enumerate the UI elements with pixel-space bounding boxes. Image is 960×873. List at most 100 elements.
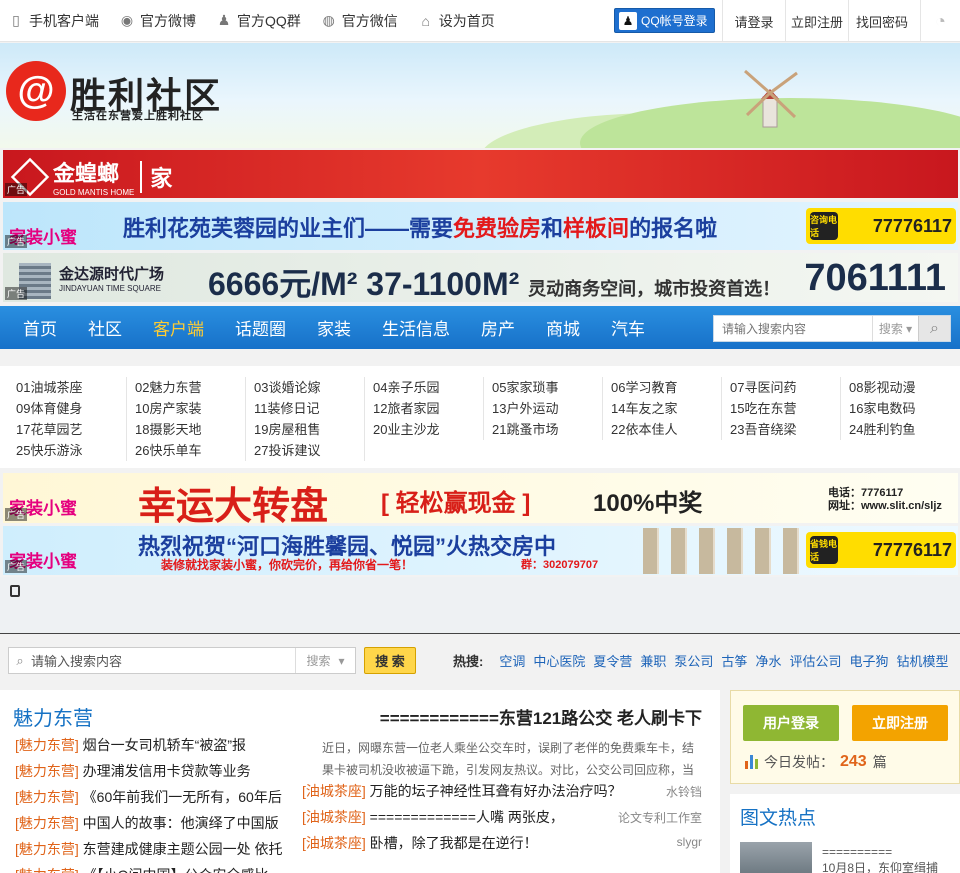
feed-title[interactable]: 东营建成健康主题公园一处 依托 [79,841,283,857]
thread-title[interactable]: 卧槽，除了我都是在逆行！ [366,835,538,851]
top-link[interactable]: ◍ 官方微信 [321,11,398,31]
thread-author[interactable]: 水铃铛 [666,783,702,800]
thread-tag[interactable]: [油城茶座] [302,835,366,851]
category-link[interactable]: 17花草园艺 [8,419,127,440]
feed-tag[interactable]: [魅力东营] [15,737,79,753]
hot-search-link[interactable]: 泵公司 [674,651,713,670]
category-link[interactable]: 22依本佳人 [603,419,722,440]
ad-banner-jindayuan[interactable]: 金达源时代广场 JINDAYUAN TIME SQUARE 6666元/M² 37… [3,253,958,302]
feed-item[interactable]: [魅力东营] 《60年前我们一无所有，60年后 [15,787,300,813]
category-link[interactable]: 07寻医问药 [722,377,841,398]
category-link[interactable]: 25快乐游泳 [8,440,127,461]
feed-title[interactable]: 《【小Q问中国】公众安全感比 [79,867,269,873]
category-link[interactable]: 04亲子乐园 [365,377,484,398]
pic-caption[interactable]: ========== 10月8日，东仰室缉捕 [822,844,952,873]
category-link[interactable]: 13户外运动 [484,398,603,419]
nav-item[interactable]: 生活信息 [382,315,450,340]
feed-title[interactable]: 《60年前我们一无所有，60年后 [79,789,282,805]
category-link[interactable]: 06学习教育 [603,377,722,398]
nav-item[interactable]: 房产 [481,315,515,340]
nav-item[interactable]: 汽车 [611,315,645,340]
recover-password-link[interactable]: 找回密码 [848,0,915,42]
category-link[interactable]: 18摄影天地 [127,419,246,440]
logo-mark-icon[interactable]: @ [6,61,66,121]
category-link[interactable]: 20业主沙龙 [365,419,484,440]
top-link[interactable]: ⌂ 设为首页 [418,11,495,31]
hot-search-link[interactable]: 中心医院 [533,651,585,670]
category-link[interactable]: 01油城茶座 [8,377,127,398]
top-link[interactable]: ◉ 官方微博 [119,11,196,31]
feed-tag[interactable]: [魅力东营] [15,789,79,805]
feed-title[interactable]: 烟台一女司机轿车“被盗”报 [79,737,246,753]
hot-search-link[interactable]: 净水 [755,651,781,670]
category-link[interactable]: 23吾音绕梁 [722,419,841,440]
thread-title[interactable]: =============人嘴 两张皮， [366,809,564,825]
thumbnail-image[interactable] [740,842,812,873]
nav-search-input[interactable] [714,316,872,341]
ad-banner-hekou[interactable]: 家装小蜜 热烈祝贺“河口海胜馨园、悦园”火热交房中 装修就找家装小蜜，你砍完价，… [3,526,958,575]
ad-banner-gold-mantis[interactable]: 金蝗螂 GOLD MANTIS HOME 家 广告 [3,150,958,198]
feed-tag[interactable]: [魅力东营] [15,841,79,857]
feed-tag[interactable]: [魅力东营] [15,867,79,873]
register-button[interactable]: 立即注册 [852,705,948,741]
category-link[interactable]: 11装修日记 [246,398,365,419]
category-link[interactable]: 02魅力东营 [127,377,246,398]
nav-item[interactable]: 首页 [23,315,57,340]
category-link[interactable]: 03谈婚论嫁 [246,377,365,398]
thread-tag[interactable]: [油城茶座] [302,809,366,825]
category-link[interactable]: 12旅者家园 [365,398,484,419]
section-title[interactable]: 魅力东营 [13,702,93,731]
category-link[interactable]: 19房屋租售 [246,419,365,440]
category-link[interactable]: 10房产家装 [127,398,246,419]
hot-search-link[interactable]: 电子狗 [849,651,888,670]
feed-item[interactable]: [魅力东营] 中国人的故事：他演绎了中国版 [15,813,300,839]
hot-search-link[interactable]: 兼职 [640,651,666,670]
nav-search-type-select[interactable]: 搜索 ▾ [872,316,918,341]
search-icon[interactable]: ⌕ [918,316,950,341]
nav-item[interactable]: 商城 [546,315,580,340]
feed-title[interactable]: 办理浦发信用卡贷款等业务 [79,763,251,779]
thread-tag[interactable]: [油城茶座] [302,783,366,799]
nav-item[interactable]: 家装 [317,315,351,340]
media-placeholder-icon[interactable] [10,585,20,597]
nav-item[interactable]: 社区 [88,315,122,340]
category-link[interactable]: 08影视动漫 [841,377,960,398]
ad-banner-lucky-wheel[interactable]: 家装小蜜 幸运大转盘 [ 轻松赢现金 ] 100%中奖 电话：7776117 网址… [3,473,958,523]
search-button[interactable]: 搜 索 [364,647,416,674]
thread-author[interactable]: slygr [677,835,702,849]
user-login-button[interactable]: 用户登录 [743,705,839,741]
hot-search-link[interactable]: 评估公司 [789,651,841,670]
hot-search-link[interactable]: 夏令营 [593,651,632,670]
feed-item[interactable]: [魅力东营] 办理浦发信用卡贷款等业务 [15,761,300,787]
feed-title[interactable]: 中国人的故事：他演绎了中国版 [79,815,279,831]
top-link[interactable]: ▯ 手机客户端 [8,11,99,31]
thread-author[interactable]: 论文专利工作室 [618,809,702,826]
thread-item[interactable]: [油城茶座] 万能的坛子神经性耳聋有好办法治疗吗？ 水铃铛 [302,781,702,807]
category-link[interactable]: 21跳蚤市场 [484,419,603,440]
thread-item[interactable]: [油城茶座] =============人嘴 两张皮， 论文专利工作室 [302,807,702,833]
hot-search-link[interactable]: 古筝 [721,651,747,670]
register-link[interactable]: 立即注册 [785,0,848,42]
rss-icon[interactable]: ◔ [920,0,960,42]
hot-search-link[interactable]: 空调 [499,651,525,670]
thread-item[interactable]: [油城茶座] 卧槽，除了我都是在逆行！ slygr [302,833,702,859]
ad-banner-furong[interactable]: 家装小蜜 胜利花苑芙蓉园的业主们——需要免费验房和样板间的报名啦 咨询电话 777… [3,202,958,250]
category-link[interactable]: 24胜利钓鱼 [841,419,960,440]
category-link[interactable]: 09体育健身 [8,398,127,419]
search-type-select[interactable]: 搜索 ▾ [295,648,355,673]
category-link[interactable]: 15吃在东营 [722,398,841,419]
feed-tag[interactable]: [魅力东营] [15,815,79,831]
feed-tag[interactable]: [魅力东营] [15,763,79,779]
category-link[interactable]: 26快乐单车 [127,440,246,461]
thread-title[interactable]: 万能的坛子神经性耳聋有好办法治疗吗？ [366,783,622,799]
login-link[interactable]: 请登录 [722,0,785,42]
feed-item[interactable]: [魅力东营] 烟台一女司机轿车“被盗”报 [15,735,300,761]
nav-item[interactable]: 话题圈 [235,315,286,340]
qq-login-button[interactable]: ♟ QQ帐号登录 [614,8,715,33]
category-link[interactable]: 05家家琐事 [484,377,603,398]
pics-title[interactable]: 图文热点 [740,803,816,830]
category-link[interactable]: 14车友之家 [603,398,722,419]
category-link[interactable]: 27投诉建议 [246,440,365,461]
top-link[interactable]: ♟ 官方QQ群 [216,11,301,31]
feed-item[interactable]: [魅力东营] 《【小Q问中国】公众安全感比 [15,865,300,873]
